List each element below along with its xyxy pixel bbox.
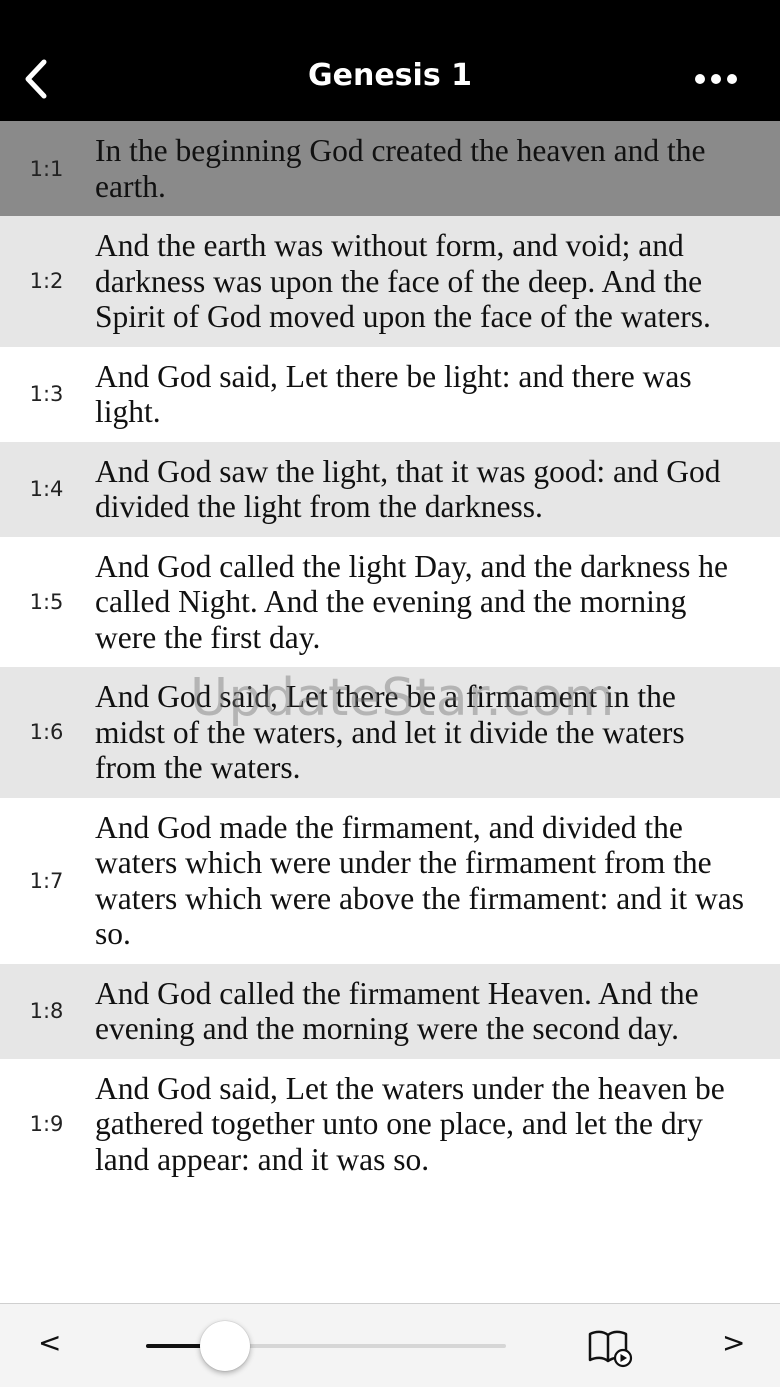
verse-text: And God made the firmament, and divided … — [95, 809, 745, 952]
bottom-toolbar: < > — [0, 1303, 780, 1387]
verse-list: 1:1 In the beginning God created the heav… — [0, 121, 780, 1189]
slider-thumb[interactable] — [199, 1321, 250, 1371]
verse-row[interactable]: 1:9 And God said, Let the waters under th… — [0, 1058, 780, 1189]
next-chapter-button[interactable]: > — [722, 1326, 745, 1359]
chapter-slider[interactable] — [146, 1321, 506, 1371]
verse-text: And God called the light Day, and the da… — [95, 548, 729, 655]
verse-row[interactable]: 1:1 In the beginning God created the heav… — [0, 121, 780, 216]
page-title: Genesis 1 — [308, 58, 472, 93]
verse-text: And God called the firmament Heaven. And… — [95, 975, 699, 1047]
verse-text: And God said, Let the waters under the h… — [95, 1070, 725, 1177]
verse-row[interactable]: 1:6 And God said, Let there be a firmamen… — [0, 667, 780, 798]
book-play-icon — [588, 1330, 633, 1368]
verse-row[interactable]: 1:3 And God said, Let there be light: and… — [0, 346, 780, 442]
previous-chapter-button[interactable]: < — [38, 1326, 61, 1359]
verse-number: 1:5 — [29, 589, 64, 614]
verse-text: And the earth was without form, and void… — [95, 228, 711, 334]
verse-number: 1:8 — [29, 999, 64, 1023]
more-options-button[interactable] — [694, 66, 738, 92]
verse-number: 1:6 — [29, 720, 64, 745]
verse-text: And God saw the light, that it was good:… — [95, 453, 721, 525]
verse-number: 1:7 — [29, 868, 64, 893]
verse-text: And God said, Let there be a firmament i… — [95, 679, 685, 785]
verse-number: 1:3 — [29, 382, 64, 406]
audio-bible-button[interactable] — [586, 1328, 634, 1368]
verse-text: And God said, Let there be light: and th… — [95, 358, 692, 430]
verse-number: 1:2 — [29, 269, 64, 294]
verse-row[interactable]: 1:8 And God called the firmament Heaven. … — [0, 963, 780, 1059]
verse-row[interactable]: 1:4 And God saw the light, that it was go… — [0, 441, 780, 537]
verse-number: 1:9 — [29, 1111, 64, 1136]
verse-text: In the beginning God created the heaven … — [95, 133, 706, 204]
verse-number: 1:1 — [29, 156, 64, 181]
verse-number: 1:4 — [29, 477, 64, 501]
verse-row[interactable]: 1:2 And the earth was without form, and v… — [0, 216, 780, 347]
verse-row[interactable]: 1:5 And God called the light Day, and the… — [0, 536, 780, 667]
verse-row[interactable]: 1:7 And God made the firmament, and divid… — [0, 797, 780, 964]
top-nav-bar: Genesis 1 — [0, 0, 780, 121]
ellipsis-icon — [695, 74, 737, 84]
